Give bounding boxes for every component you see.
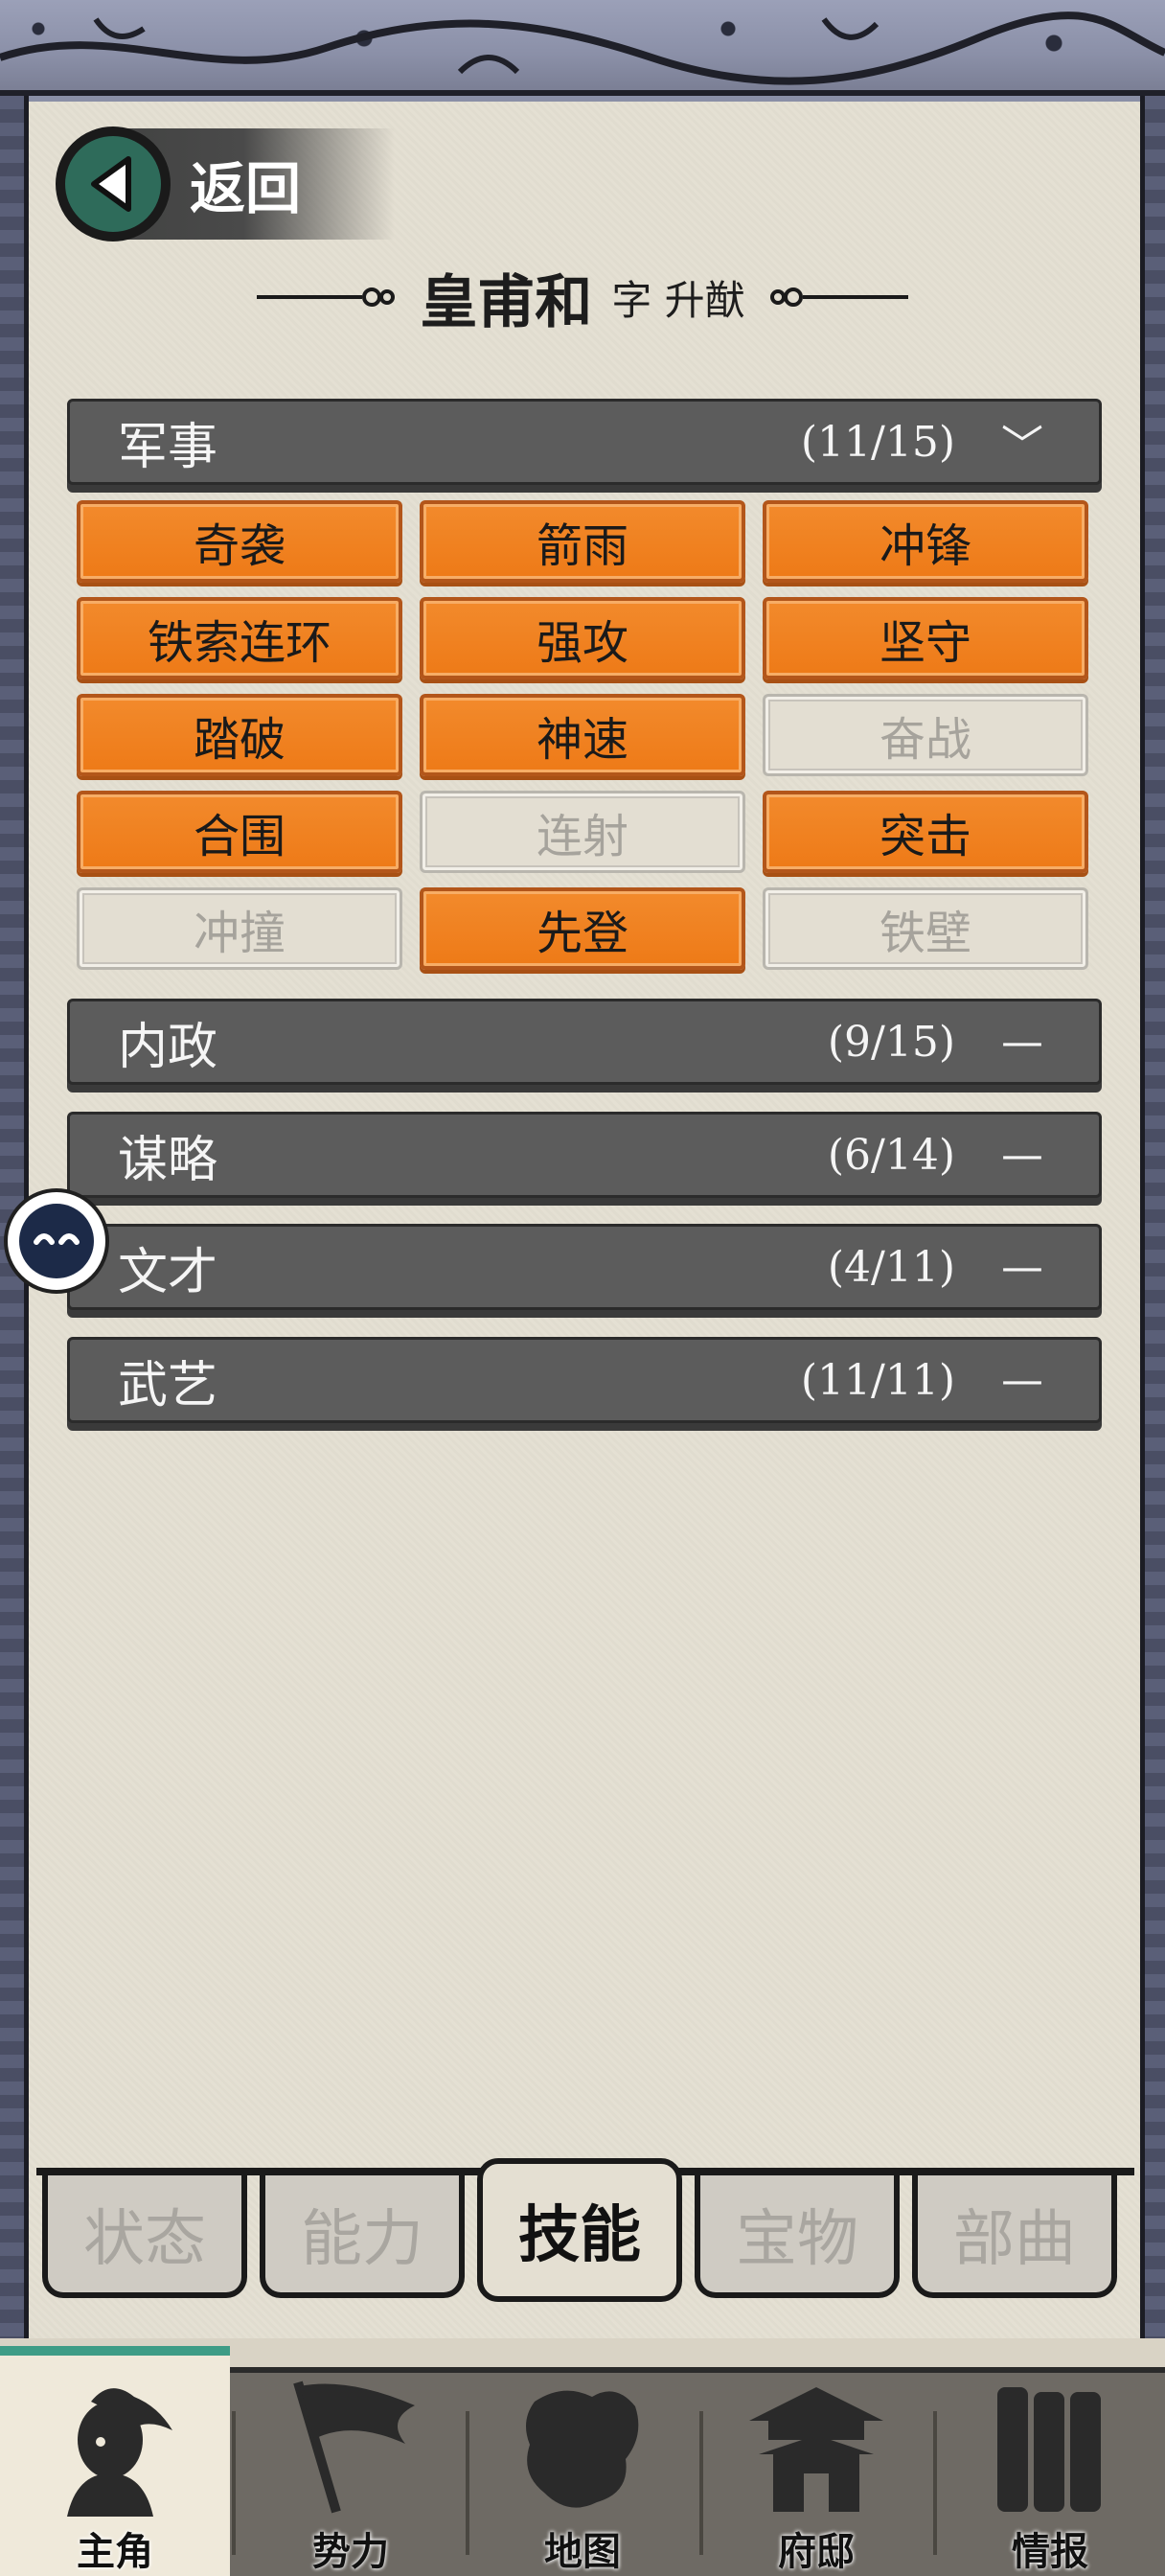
character-courtesy-name: 字 升猷 [611, 276, 745, 324]
collapse-dash-icon: — [1001, 1130, 1043, 1180]
category-header-administration[interactable]: 内政 (9/15) — [67, 999, 1102, 1085]
mansion-icon [749, 2387, 883, 2512]
character-name: 皇甫和 [420, 268, 593, 336]
nav-label: 主角 [77, 2529, 153, 2574]
flag-icon [293, 2380, 415, 2514]
nav-label: 情报 [1012, 2529, 1088, 2574]
skill-button[interactable]: 坚守 [763, 597, 1088, 679]
map-icon [526, 2390, 639, 2508]
skill-button[interactable]: 铁索连环 [77, 597, 402, 679]
nav-item-intel[interactable]: 情报 [935, 2373, 1165, 2576]
collapse-dash-icon: — [1001, 1242, 1043, 1292]
right-ornament-icon [769, 288, 908, 307]
tab-ability[interactable]: 能力 [260, 2175, 465, 2298]
category-name: 文才 [118, 1243, 218, 1301]
nav-item-hero[interactable]: 主角 [0, 2346, 230, 2576]
category-header-literature[interactable]: 文才 (4/11) — [67, 1224, 1102, 1310]
nav-item-faction[interactable]: 势力 [236, 2373, 466, 2576]
character-title: 皇甫和 字 升猷 [0, 254, 1165, 340]
category-name: 谋略 [118, 1131, 218, 1189]
tab-skills[interactable]: 技能 [477, 2158, 682, 2302]
skill-button[interactable]: 奇袭 [77, 500, 402, 583]
category-name: 武艺 [118, 1356, 218, 1414]
collapse-dash-icon: — [1001, 1017, 1043, 1067]
nav-item-mansion[interactable]: 府邸 [701, 2373, 931, 2576]
tab-troops[interactable]: 部曲 [912, 2175, 1117, 2298]
category-count: (9/15) [827, 1017, 955, 1067]
skill-button[interactable]: 冲撞 [77, 887, 402, 970]
military-skill-grid: 奇袭 箭雨 冲锋 铁索连环 强攻 坚守 踏破 神速 奋战 合围 连射 突击 冲撞… [77, 500, 1088, 970]
category-count: (11/15) [800, 417, 955, 467]
tab-status[interactable]: 状态 [42, 2175, 247, 2298]
category-name: 内政 [118, 1018, 218, 1076]
category-header-strategy[interactable]: 谋略 (6/14) — [67, 1112, 1102, 1198]
skill-button[interactable]: 强攻 [420, 597, 745, 679]
category-name: 军事 [118, 418, 218, 476]
category-count: (11/11) [800, 1355, 955, 1405]
sub-tab-bar: 状态 能力 技能 宝物 部曲 [36, 2158, 1134, 2302]
tab-treasure[interactable]: 宝物 [695, 2175, 900, 2298]
top-decorative-banner [0, 0, 1165, 96]
left-ornament-icon [257, 288, 396, 307]
category-count: (6/14) [827, 1130, 955, 1180]
chevron-down-icon: ﹀ [1001, 422, 1043, 471]
back-label: 返回 [190, 156, 302, 221]
nav-item-map[interactable]: 地图 [468, 2373, 697, 2576]
hero-icon [67, 2388, 172, 2517]
nav-label: 地图 [544, 2529, 621, 2574]
skill-button[interactable]: 箭雨 [420, 500, 745, 583]
nav-label: 府邸 [778, 2529, 855, 2574]
skill-button[interactable]: 先登 [420, 887, 745, 970]
skill-button[interactable]: 合围 [77, 791, 402, 873]
scroll-icon [997, 2387, 1101, 2512]
back-button[interactable]: 返回 [56, 126, 395, 242]
category-count: (4/11) [827, 1242, 955, 1292]
skill-button[interactable]: 奋战 [763, 694, 1088, 776]
skill-button[interactable]: 踏破 [77, 694, 402, 776]
category-header-military[interactable]: 军事 (11/15) ﹀ [67, 399, 1102, 485]
right-frame-rail [1140, 96, 1165, 2377]
skill-button[interactable]: 神速 [420, 694, 745, 776]
back-arrow-icon [56, 126, 171, 242]
bottom-navigation: 主角 势力 地图 府邸 情报 [0, 2346, 1165, 2576]
floating-assistant-avatar[interactable] [4, 1188, 109, 1294]
nav-label: 势力 [312, 2529, 389, 2574]
category-header-martial[interactable]: 武艺 (11/11) — [67, 1337, 1102, 1423]
skill-button[interactable]: 连射 [420, 791, 745, 873]
skill-button[interactable]: 突击 [763, 791, 1088, 873]
skill-button[interactable]: 冲锋 [763, 500, 1088, 583]
collapse-dash-icon: — [1001, 1355, 1043, 1405]
assistant-face-icon [19, 1204, 94, 1278]
skill-button[interactable]: 铁壁 [763, 887, 1088, 970]
